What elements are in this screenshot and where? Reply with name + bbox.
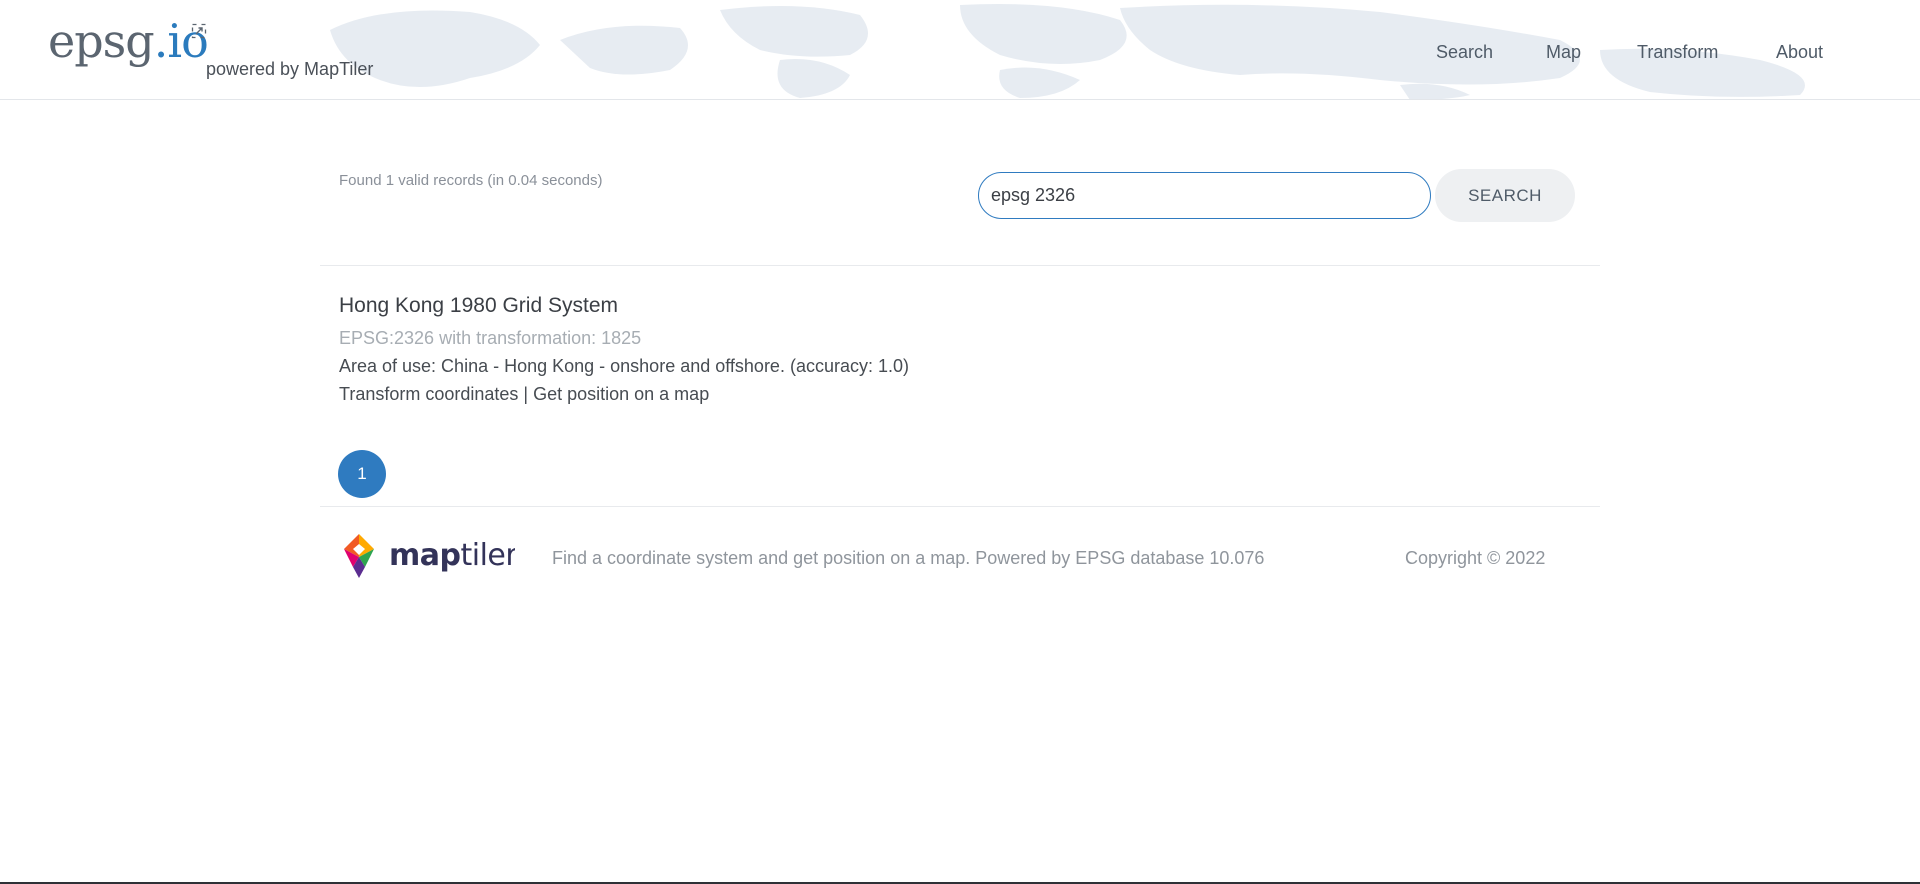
maptiler-logo-icon [344,534,374,578]
maptiler-wordmark-bold: map [389,538,461,573]
result-area: Area of use: China - Hong Kong - onshore… [339,356,909,376]
footer-description: Find a coordinate system and get positio… [552,548,1265,568]
result-links: Transform coordinates | Get position on … [339,383,1539,405]
main-nav: Search Map Transform About [0,42,1920,66]
maptiler-wordmark: maptiler [389,538,515,573]
maptiler-wordmark-light: tiler [460,538,515,573]
nav-transform-link[interactable]: Transform [1637,42,1718,63]
position-on-map-link[interactable]: Get position on a map [533,384,709,404]
search-status: Found 1 valid records (in 0.04 seconds) [339,172,603,189]
expand-icon[interactable] [191,23,207,39]
footer-copyright: Copyright © 2022 [1405,548,1546,568]
result-title[interactable]: Hong Kong 1980 Grid System [339,293,1539,319]
result-item: Hong Kong 1980 Grid System EPSG:2326 wit… [339,293,1539,405]
nav-search-link[interactable]: Search [1436,42,1493,63]
nav-about-link[interactable]: About [1776,42,1823,63]
site-header: epsg.io powered by MapTiler Search Map T… [0,0,1920,100]
pagination-page-1[interactable]: 1 [338,450,386,498]
nav-map-link[interactable]: Map [1546,42,1581,63]
search-input[interactable] [978,172,1431,219]
result-code: EPSG:2326 with transformation: 1825 [339,328,642,348]
maptiler-logo[interactable]: maptiler [339,533,515,579]
divider [320,506,1600,507]
transform-coordinates-link[interactable]: Transform coordinates [339,384,518,404]
search-button[interactable]: SEARCH [1435,169,1575,222]
link-separator: | [518,384,534,404]
divider [320,265,1600,266]
